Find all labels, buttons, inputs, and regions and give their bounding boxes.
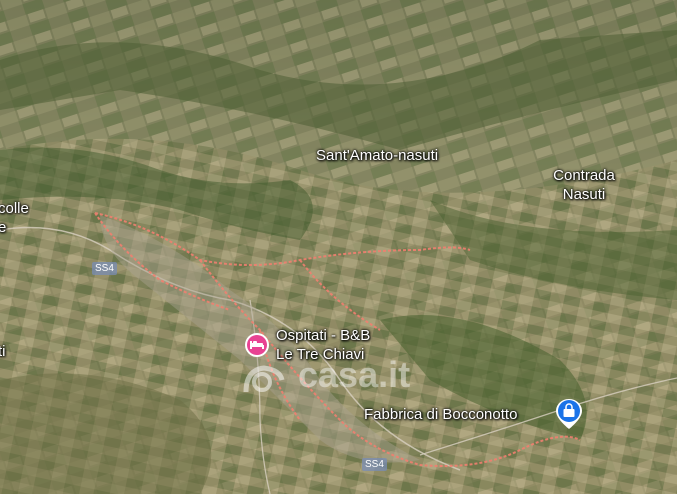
lodging-pin[interactable]	[242, 330, 272, 360]
place-label-santamato-nasuti[interactable]: Sant'Amato-nasuti	[316, 146, 438, 165]
place-label-line: e	[0, 219, 7, 236]
poi-label-ospitati[interactable]: Ospitati - B&B Le Tre Chiavi	[276, 326, 370, 364]
casa-logo-icon	[243, 365, 285, 393]
place-label-line: colle	[0, 200, 29, 217]
place-label-line: Contrada	[553, 167, 615, 184]
road-shield: SS4	[92, 262, 117, 275]
poi-label-fabbrica[interactable]: Fabbrica di Bocconotto	[364, 405, 517, 424]
poi-label-line: Ospitati - B&B	[276, 327, 371, 344]
place-label-line: Nasuti	[562, 186, 606, 203]
place-label-left-mid[interactable]: ti	[0, 342, 6, 361]
satellite-map[interactable]: SS4 SS4 Sant'Amato-nasuti Contrada Nasut…	[0, 0, 677, 494]
poi-label-line: Le Tre Chiavi	[276, 346, 365, 363]
road-shield: SS4	[362, 458, 387, 471]
place-label-left-top[interactable]: colle e	[0, 199, 29, 237]
place-label-contrada-nasuti[interactable]: Contrada Nasuti	[544, 166, 624, 204]
shop-pin[interactable]	[554, 397, 584, 431]
